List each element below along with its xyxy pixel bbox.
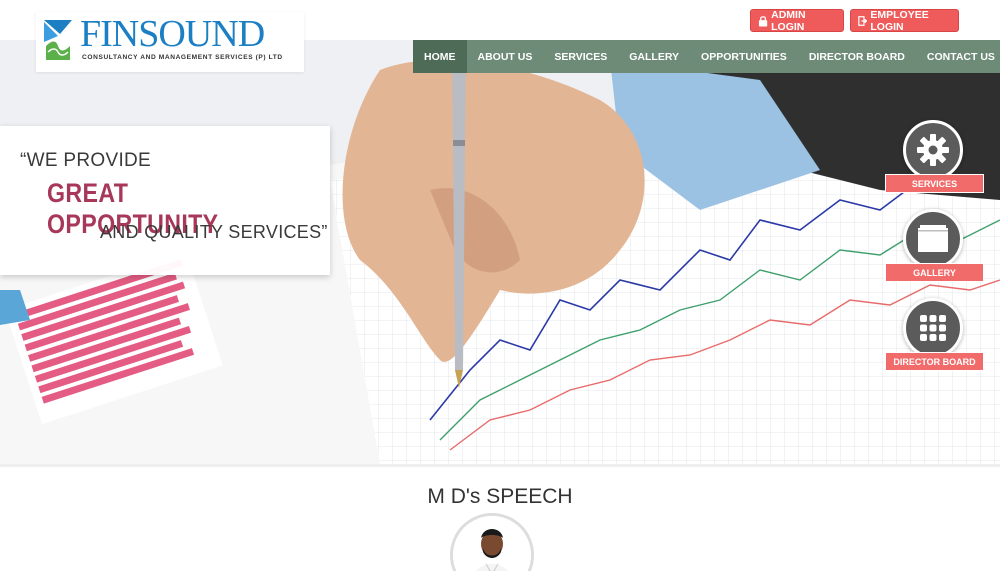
logo-mark-icon xyxy=(44,20,72,60)
section-divider xyxy=(0,464,1000,467)
services-link-label[interactable]: SERVICES xyxy=(885,174,984,193)
director-board-link-label[interactable]: DIRECTOR BOARD xyxy=(885,352,984,371)
site-logo[interactable]: FINSOUND CONSULTANCY AND MANAGEMENT SERV… xyxy=(36,12,304,72)
quote-line-1: “WE PROVIDE xyxy=(20,150,152,171)
main-nav: HOME ABOUT US SERVICES GALLERY OPPORTUNI… xyxy=(413,40,1000,73)
gallery-circle[interactable] xyxy=(903,209,963,269)
nav-about-us[interactable]: ABOUT US xyxy=(467,40,544,73)
person-photo xyxy=(453,516,531,571)
nav-contact-us[interactable]: CONTACT US xyxy=(916,40,1000,73)
nav-home[interactable]: HOME xyxy=(413,40,467,73)
admin-login-button[interactable]: ADMIN LOGIN xyxy=(750,8,844,33)
employee-login-label: EMPLOYEE LOGIN xyxy=(870,8,929,33)
gallery-link-label[interactable]: GALLERY xyxy=(885,263,984,282)
nav-gallery[interactable]: GALLERY xyxy=(618,40,690,73)
quote-line-3: AND QUALITY SERVICES” xyxy=(100,222,328,242)
nav-opportunities[interactable]: OPPORTUNITIES xyxy=(690,40,798,73)
md-avatar xyxy=(450,513,534,571)
nav-services[interactable]: SERVICES xyxy=(543,40,618,73)
admin-login-label: ADMIN LOGIN xyxy=(771,8,806,33)
services-circle[interactable] xyxy=(903,120,963,180)
logo-tagline: CONSULTANCY AND MANAGEMENT SERVICES (P) … xyxy=(82,54,283,61)
lock-icon xyxy=(758,15,768,27)
logo-name: FINSOUND xyxy=(80,13,265,55)
gear-icon xyxy=(917,134,949,166)
page: FINSOUND CONSULTANCY AND MANAGEMENT SERV… xyxy=(0,0,1000,571)
folder-icon xyxy=(918,225,948,252)
employee-login-button[interactable]: EMPLOYEE LOGIN xyxy=(850,8,959,33)
sign-in-icon xyxy=(858,15,868,26)
grid-icon xyxy=(920,315,946,341)
speech-title: M D's SPEECH xyxy=(427,485,573,508)
hero-quote-card: “WE PROVIDE GREAT OPPORTUNITY AND QUALIT… xyxy=(0,126,330,275)
director-board-circle[interactable] xyxy=(903,298,963,358)
nav-director-board[interactable]: DIRECTOR BOARD xyxy=(798,40,916,73)
